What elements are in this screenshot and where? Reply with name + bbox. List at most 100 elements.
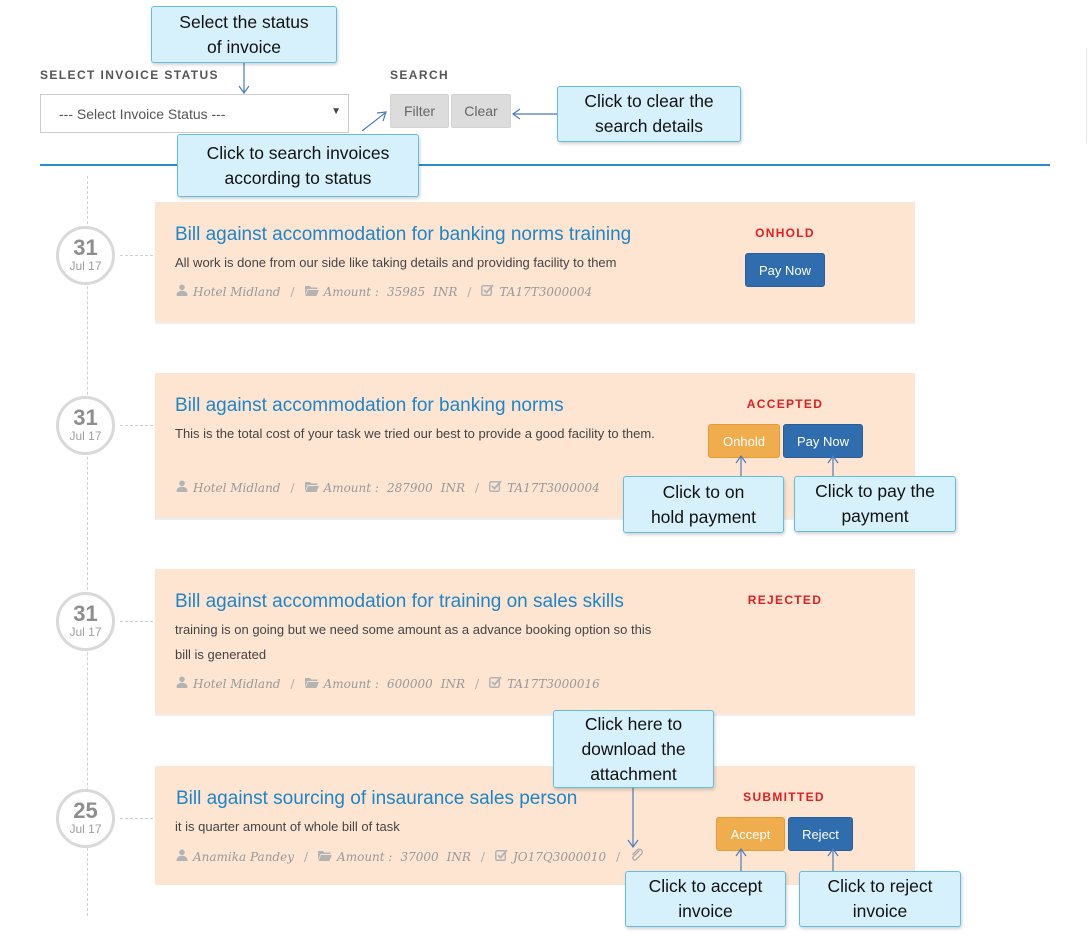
meta-separator: / [467, 284, 472, 299]
callout-download: Click here to download the attachment [553, 710, 714, 788]
meta-separator: / [304, 849, 309, 864]
date-badge: 31 Jul 17 [56, 226, 115, 285]
date-badge: 31 Jul 17 [56, 396, 115, 455]
callout-clear: Click to clear the search details [557, 86, 741, 142]
invoice-meta: Hotel Midland / Amount : 600000 INR / TA… [176, 676, 600, 691]
check-square-icon [495, 849, 508, 864]
meta-separator: / [616, 849, 621, 864]
folder-icon [304, 481, 319, 495]
invoice-description: This is the total cost of your task we t… [175, 426, 655, 441]
meta-separator: / [475, 480, 480, 495]
status-badge: ONHOLD [755, 226, 815, 240]
invoice-title[interactable]: Bill against accommodation for training … [175, 591, 624, 613]
date-day: 25 [73, 798, 98, 823]
folder-icon [318, 850, 333, 864]
reject-button[interactable]: Reject [788, 817, 853, 851]
date-month: Jul 17 [69, 259, 102, 273]
invoice-meta: Anamika Pandey / Amount : 37000 INR / JO… [176, 848, 649, 865]
meta-separator: / [290, 480, 295, 495]
callout-pay: Click to pay the payment [794, 476, 956, 532]
date-month: Jul 17 [69, 625, 102, 639]
timeline-connector [120, 621, 153, 622]
pay-now-button[interactable]: Pay Now [783, 424, 863, 458]
vendor-name: Hotel Midland [193, 480, 281, 495]
user-icon [176, 849, 188, 864]
user-icon [176, 676, 188, 691]
invoice-description: training is on going but we need some am… [175, 622, 652, 662]
scroll-edge [1086, 48, 1087, 143]
folder-icon [304, 285, 319, 299]
vendor-name: Hotel Midland [193, 284, 281, 299]
amount-value: 600000 [386, 676, 433, 691]
clear-button[interactable]: Clear [451, 94, 511, 128]
invoice-meta: Hotel Midland / Amount : 35985 INR / TA1… [176, 284, 592, 299]
amount-label: Amount : [337, 849, 393, 864]
paperclip-icon[interactable] [630, 848, 644, 865]
invoice-card: Bill against accommodation for training … [155, 569, 915, 714]
check-square-icon [489, 480, 502, 495]
meta-separator: / [475, 676, 480, 691]
invoice-card: Bill against sourcing of insaurance sale… [155, 766, 915, 885]
invoice-card: Bill against accommodation for banking n… [155, 202, 915, 322]
invoice-ref: TA17T3000016 [507, 676, 600, 691]
meta-separator: / [290, 676, 295, 691]
invoice-meta: Hotel Midland / Amount : 287900 INR / TA… [176, 480, 600, 495]
status-badge: SUBMITTED [743, 790, 825, 804]
date-badge: 25 Jul 17 [56, 789, 115, 848]
accept-button[interactable]: Accept [716, 817, 785, 851]
pay-now-button[interactable]: Pay Now [745, 253, 825, 287]
vendor-name: Anamika Pandey [193, 849, 294, 864]
check-square-icon [481, 284, 495, 299]
timeline-connector [120, 255, 153, 256]
invoice-ref: TA17T3000004 [499, 284, 593, 299]
status-badge: REJECTED [747, 593, 823, 607]
date-month: Jul 17 [69, 429, 102, 443]
callout-accept: Click to accept invoice [625, 871, 786, 927]
vendor-name: Hotel Midland [193, 676, 281, 691]
invoice-title[interactable]: Bill against accommodation for banking n… [175, 395, 564, 417]
date-day: 31 [73, 235, 98, 260]
amount-value: 287900 [386, 480, 433, 495]
amount-currency: INR [433, 284, 458, 299]
meta-separator: / [480, 849, 485, 864]
timeline-connector [120, 818, 153, 819]
chevron-down-icon: ▼ [331, 106, 341, 117]
invoice-status-select[interactable]: --- Select Invoice Status --- ▼ [40, 94, 349, 133]
date-day: 31 [73, 405, 98, 430]
filter-button[interactable]: Filter [390, 94, 449, 128]
amount-currency: INR [440, 676, 466, 691]
amount-currency: INR [440, 480, 466, 495]
folder-icon [304, 677, 319, 691]
check-square-icon [489, 676, 502, 691]
card-shadow [155, 322, 915, 324]
invoice-description: All work is done from our side like taki… [175, 255, 617, 270]
callout-search: Click to search invoices according to st… [177, 134, 419, 197]
amount-value: 37000 [400, 849, 439, 864]
invoice-ref: TA17T3000004 [507, 480, 600, 495]
date-badge: 31 Jul 17 [56, 592, 115, 651]
invoice-title[interactable]: Bill against sourcing of insaurance sale… [176, 788, 577, 810]
callout-select-status: Select the status of invoice [151, 6, 337, 63]
amount-currency: INR [446, 849, 471, 864]
user-icon [176, 480, 188, 495]
status-badge: ACCEPTED [746, 397, 824, 411]
search-label: SEARCH [390, 68, 450, 82]
date-month: Jul 17 [69, 822, 102, 836]
amount-label: Amount : [323, 676, 379, 691]
invoice-description: it is quarter amount of whole bill of ta… [175, 819, 400, 834]
select-status-label: SELECT INVOICE STATUS [40, 68, 219, 82]
card-shadow [155, 714, 915, 716]
invoice-status-select-value: --- Select Invoice Status --- [59, 106, 226, 122]
amount-label: Amount : [323, 284, 379, 299]
invoice-ref: JO17Q3000010 [512, 849, 607, 864]
meta-separator: / [290, 284, 295, 299]
timeline-connector [120, 425, 153, 426]
invoice-title[interactable]: Bill against accommodation for banking n… [175, 224, 631, 246]
user-icon [176, 284, 188, 299]
date-day: 31 [73, 601, 98, 626]
amount-value: 35985 [386, 284, 426, 299]
callout-onhold: Click to on hold payment [623, 476, 784, 533]
onhold-button[interactable]: Onhold [708, 424, 780, 458]
amount-label: Amount : [323, 480, 379, 495]
callout-reject: Click to reject invoice [799, 871, 961, 927]
